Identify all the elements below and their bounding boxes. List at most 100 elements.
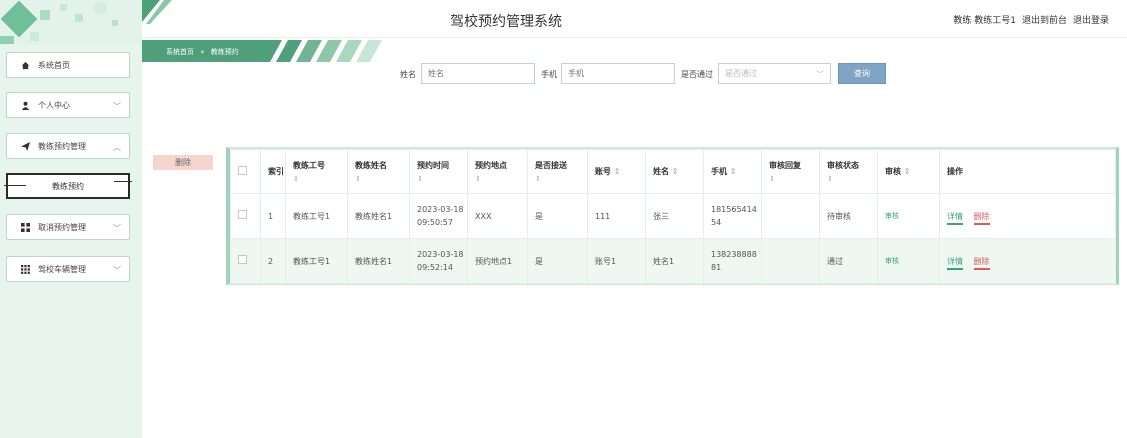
header-label: 审核 xyxy=(885,167,901,176)
to-front-link[interactable]: 退出到前台 xyxy=(1022,13,1067,26)
header-label: 姓名 xyxy=(653,167,669,176)
cell-place: XXX xyxy=(467,193,528,239)
breadcrumb-current: 教练预约 xyxy=(210,48,239,56)
sidebar-item-home[interactable]: 系统首页 xyxy=(6,52,130,78)
logo-decoration xyxy=(0,0,142,45)
cell-pickup: 是 xyxy=(527,238,588,284)
cell-time: 2023-03-18 09:50:57 xyxy=(409,193,468,239)
header-review[interactable]: 审核 ⇕ xyxy=(877,149,940,194)
sort-icon[interactable]: ⇕ xyxy=(293,175,347,183)
cell-time: 2023-03-18 09:52:14 xyxy=(409,238,468,284)
review-link[interactable]: 审核 xyxy=(885,212,899,220)
cell-phone: 13823888881 xyxy=(703,238,762,284)
row-delete-link[interactable]: 删除 xyxy=(973,211,990,225)
table-header-row: 索引 教练工号 ⇕ 教练姓名 ⇕ 预约时间 ⇕ 预约地点 ⇕ 是否接送 ⇕ 账号 ⇕ 姓名… xyxy=(230,149,1116,194)
page-title: 驾校预约管理系统 xyxy=(450,14,562,30)
sidebar-item-vehicle-mgmt[interactable]: 驾校车辆管理 ﹀ xyxy=(6,256,130,282)
cell-actions: 详情 删除 xyxy=(939,193,1116,239)
header-coach-name[interactable]: 教练姓名 ⇕ xyxy=(347,149,410,194)
pass-select[interactable]: 是否通过 ﹀ xyxy=(718,63,831,84)
topbar-decoration xyxy=(142,0,172,24)
sort-icon[interactable]: ⇕ xyxy=(730,167,737,176)
breadcrumb-text: 系统首页 » 教练预约 xyxy=(166,47,239,57)
user-icon xyxy=(21,101,30,110)
header-coach-id[interactable]: 教练工号 ⇕ xyxy=(285,149,348,194)
breadcrumb-home[interactable]: 系统首页 xyxy=(166,48,194,56)
name-input[interactable] xyxy=(421,63,535,84)
sort-icon[interactable]: ⇕ xyxy=(769,175,819,183)
table-row: 2 教练工号1 教练姓名1 2023-03-18 09:52:14 预约地点1 … xyxy=(230,238,1116,284)
header-index: 索引 xyxy=(260,149,286,194)
data-table: 索引 教练工号 ⇕ 教练姓名 ⇕ 预约时间 ⇕ 预约地点 ⇕ 是否接送 ⇕ 账号 ⇕ 姓名… xyxy=(226,147,1119,285)
detail-link[interactable]: 详情 xyxy=(947,211,963,225)
breadcrumb-separator: » xyxy=(200,48,205,56)
header-time[interactable]: 预约时间 ⇕ xyxy=(409,149,468,194)
cell-coach-id: 教练工号1 xyxy=(285,238,348,284)
chevron-down-icon: ﹀ xyxy=(113,102,121,111)
sort-icon[interactable]: ⇕ xyxy=(535,175,587,183)
sidebar-item-label: 驾校车辆管理 xyxy=(38,264,86,274)
header-place[interactable]: 预约地点 ⇕ xyxy=(467,149,528,194)
cell-account: 111 xyxy=(587,193,646,239)
header-pickup[interactable]: 是否接送 ⇕ xyxy=(527,149,588,194)
header-label: 账号 xyxy=(595,167,611,176)
sort-icon[interactable]: ⇕ xyxy=(904,167,911,176)
header-label: 审核状态 xyxy=(827,161,859,170)
sort-icon[interactable]: ⇕ xyxy=(827,175,877,183)
sidebar-subitem-coach-booking[interactable]: 教练预约 xyxy=(4,173,132,199)
sort-icon[interactable]: ⇕ xyxy=(614,167,621,176)
header-reply[interactable]: 审核回复 ⇕ xyxy=(761,149,820,194)
phone-input[interactable] xyxy=(561,63,675,84)
row-select-cell xyxy=(230,238,261,284)
breadcrumb: 系统首页 » 教练预约 xyxy=(142,40,392,62)
cell-coach-name: 教练姓名1 xyxy=(347,193,410,239)
cell-phone: 18156541454 xyxy=(703,193,762,239)
header-label: 教练工号 xyxy=(293,161,325,170)
name-label: 姓名 xyxy=(400,70,416,79)
cell-index: 2 xyxy=(260,238,286,284)
divider xyxy=(114,181,132,182)
sort-icon[interactable]: ⇕ xyxy=(475,175,527,183)
logout-link[interactable]: 退出登录 xyxy=(1073,13,1109,26)
select-all-checkbox[interactable] xyxy=(238,166,247,175)
delete-button[interactable]: 删除 xyxy=(153,155,213,170)
cell-account: 账号1 xyxy=(587,238,646,284)
pass-select-placeholder: 是否通过 xyxy=(725,69,757,78)
divider xyxy=(4,185,26,186)
sidebar-item-coach-booking-mgmt[interactable]: 教练预约管理 ︿ xyxy=(6,133,130,159)
sidebar-item-label: 教练预约 xyxy=(52,181,84,191)
detail-link[interactable]: 详情 xyxy=(947,256,963,270)
cell-review: 审核 xyxy=(877,193,940,239)
review-link[interactable]: 审核 xyxy=(885,257,899,265)
header-label: 教练姓名 xyxy=(355,161,387,170)
header-phone[interactable]: 手机 ⇕ xyxy=(703,149,762,194)
select-all-cell xyxy=(230,149,261,194)
cell-name: 姓名1 xyxy=(645,238,704,284)
user-label: 教练 教练工号1 xyxy=(953,16,1016,26)
sort-icon[interactable]: ⇕ xyxy=(417,175,467,183)
table-row: 1 教练工号1 教练姓名1 2023-03-18 09:50:57 XXX 是 … xyxy=(230,193,1116,239)
row-checkbox[interactable] xyxy=(238,209,247,219)
home-icon xyxy=(21,61,30,69)
header-account[interactable]: 账号 ⇕ xyxy=(587,149,646,194)
sidebar-item-cancel-booking-mgmt[interactable]: 取消预约管理 ﹀ xyxy=(6,214,130,240)
chevron-down-icon: ﹀ xyxy=(816,70,824,79)
header-label: 是否接送 xyxy=(535,161,567,170)
sort-icon[interactable]: ⇕ xyxy=(672,167,679,176)
header-name[interactable]: 姓名 ⇕ xyxy=(645,149,704,194)
header-status[interactable]: 审核状态 ⇕ xyxy=(819,149,878,194)
sidebar-item-label: 系统首页 xyxy=(38,60,70,70)
chevron-down-icon: ﹀ xyxy=(113,266,121,275)
cell-place: 预约地点1 xyxy=(467,238,528,284)
header-label: 手机 xyxy=(711,167,727,176)
sort-icon[interactable]: ⇕ xyxy=(355,175,409,183)
cell-status: 通过 xyxy=(819,238,878,284)
sidebar-item-label: 个人中心 xyxy=(38,100,70,110)
cell-index: 1 xyxy=(260,193,286,239)
sidebar-item-profile[interactable]: 个人中心 ﹀ xyxy=(6,92,130,118)
row-delete-link[interactable]: 删除 xyxy=(973,256,990,270)
query-button[interactable]: 查询 xyxy=(838,63,886,84)
grid-icon xyxy=(21,222,30,232)
user-menu: 教练 教练工号1 退出到前台 退出登录 xyxy=(953,13,1109,26)
row-checkbox[interactable] xyxy=(238,254,247,264)
